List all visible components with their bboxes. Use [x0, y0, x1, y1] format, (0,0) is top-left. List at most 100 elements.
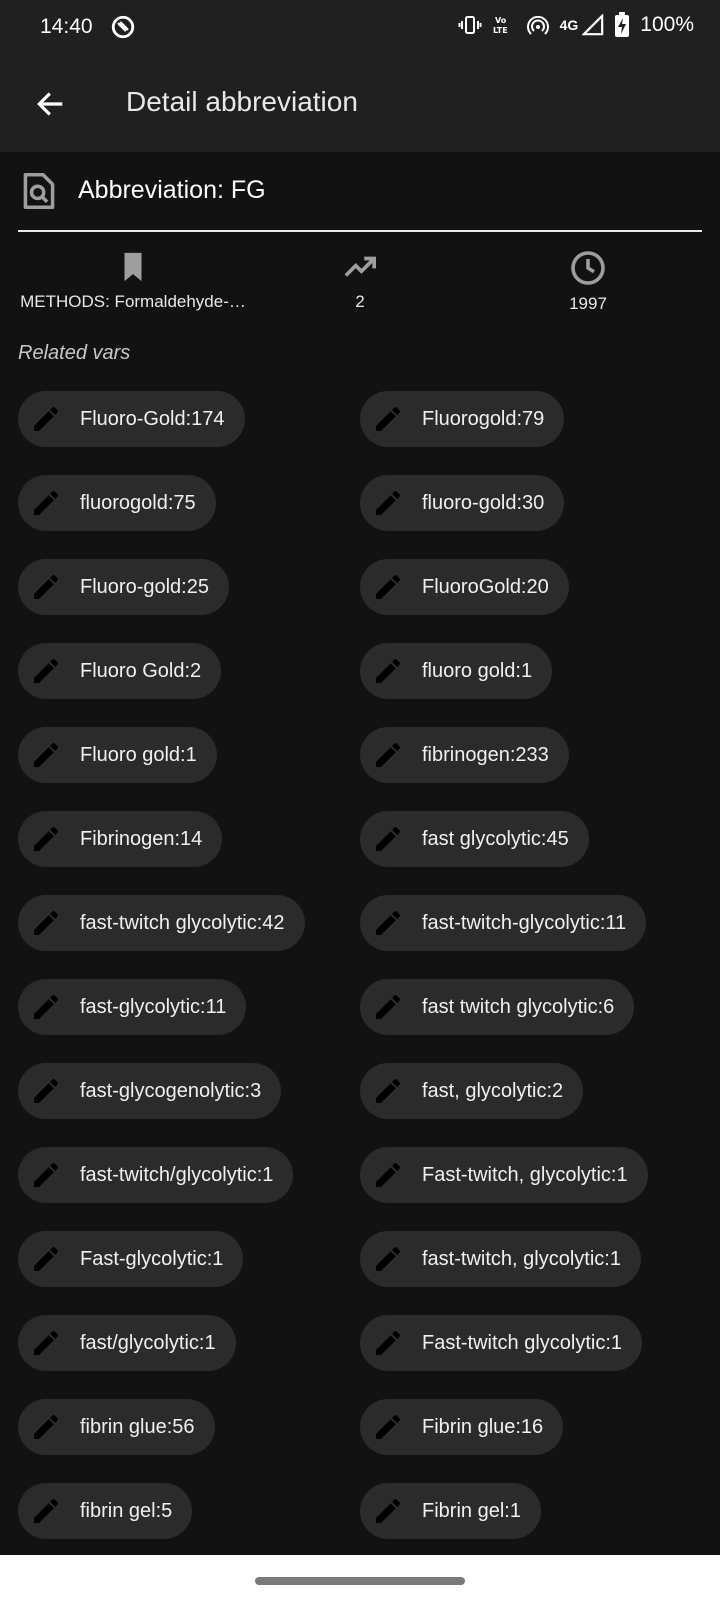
related-var-chip[interactable]: fibrin gel:5 [18, 1483, 193, 1539]
pencil-icon [34, 910, 59, 935]
pencil-icon [376, 1330, 401, 1355]
related-var-label: fluoro-gold:30 [422, 491, 545, 514]
related-var-label: fast twitch glycolytic:6 [422, 995, 615, 1018]
trending-up-icon [344, 256, 377, 277]
abbreviation-label: Abbreviation: FG [78, 176, 266, 204]
related-var-label: fast-glycogenolytic:3 [80, 1079, 262, 1102]
pencil-icon [376, 1246, 401, 1271]
related-var-chip[interactable]: fast, glycolytic:2 [360, 1063, 584, 1119]
related-var-chip[interactable]: fast/glycolytic:1 [18, 1315, 236, 1371]
related-var-chip[interactable]: Fluoro-gold:25 [18, 559, 229, 615]
related-var-chip[interactable]: fluoro-gold:30 [360, 475, 565, 531]
related-var-chip[interactable]: fast-twitch-glycolytic:11 [360, 895, 647, 951]
vibrate-icon [458, 16, 482, 34]
related-var-chip[interactable]: fast glycolytic:45 [360, 811, 589, 867]
related-var-chip[interactable]: fast-twitch glycolytic:42 [18, 895, 305, 951]
related-var-chip[interactable]: fibrinogen:233 [360, 727, 569, 783]
related-var-chip[interactable]: Fibrin gel:1 [360, 1483, 541, 1539]
related-var-label: Fibrin gel:1 [422, 1499, 521, 1522]
related-var-chip[interactable]: Fluoro Gold:2 [18, 643, 222, 699]
related-var-label: fluorogold:75 [80, 491, 196, 514]
abbreviation-header: Abbreviation: FG [18, 162, 702, 232]
pencil-icon [376, 1414, 401, 1439]
related-var-label: Fluoro Gold:2 [80, 659, 202, 682]
stat-category: METHODS: Formaldehyde-… [18, 250, 248, 312]
home-gesture-handle[interactable] [255, 1577, 465, 1585]
related-var-chip[interactable]: Fluorogold:79 [360, 391, 565, 447]
related-var-chip[interactable]: Fast-twitch glycolytic:1 [360, 1315, 643, 1371]
pencil-icon [34, 574, 59, 599]
related-var-label: fibrin gel:5 [80, 1499, 173, 1522]
app-notification-icon [111, 15, 135, 39]
related-var-chip[interactable]: fast-twitch/glycolytic:1 [18, 1147, 294, 1203]
pencil-icon [34, 826, 59, 851]
pencil-icon [34, 742, 59, 767]
pencil-icon [34, 1078, 59, 1103]
related-vars-list: Fluoro-Gold:174 Fluorogold:79 fluorogold:7… [18, 391, 708, 1539]
app-bar: Detail abbreviation [0, 56, 720, 152]
stat-trend-label: 2 [355, 292, 365, 311]
related-var-chip[interactable]: fast-glycogenolytic:3 [18, 1063, 282, 1119]
related-var-label: Fast-twitch, glycolytic:1 [422, 1163, 628, 1186]
pencil-icon [34, 1414, 59, 1439]
related-var-chip[interactable]: fluorogold:75 [18, 475, 216, 531]
related-var-label: fast, glycolytic:2 [422, 1079, 564, 1102]
related-var-chip[interactable]: fast-glycolytic:11 [18, 979, 247, 1035]
related-var-label: fast glycolytic:45 [422, 827, 569, 850]
related-var-label: fast-twitch/glycolytic:1 [80, 1163, 274, 1186]
pencil-icon [376, 994, 401, 1019]
related-var-chip[interactable]: fibrin glue:56 [18, 1399, 215, 1455]
pencil-icon [34, 1162, 59, 1187]
related-var-label: fibrinogen:233 [422, 743, 549, 766]
related-var-label: Fast-twitch glycolytic:1 [422, 1331, 623, 1354]
pencil-icon [376, 406, 401, 431]
page-title: Detail abbreviation [126, 86, 358, 117]
volte-icon: Vo LTE [493, 16, 508, 35]
signal-icon [582, 14, 604, 36]
stat-year-label: 1997 [569, 294, 607, 313]
related-var-label: Fluoro gold:1 [80, 743, 197, 766]
pencil-icon [34, 1246, 59, 1271]
related-var-chip[interactable]: Fluoro-Gold:174 [18, 391, 245, 447]
related-var-chip[interactable]: fluoro gold:1 [360, 643, 553, 699]
related-var-label: Fibrin glue:16 [422, 1415, 544, 1438]
status-time: 14:40 [40, 15, 93, 38]
pencil-icon [376, 1498, 401, 1523]
back-button[interactable] [26, 80, 74, 128]
pencil-icon [34, 406, 59, 431]
pencil-icon [376, 574, 401, 599]
related-var-chip[interactable]: fast twitch glycolytic:6 [360, 979, 635, 1035]
related-var-label: fast-twitch, glycolytic:1 [422, 1247, 621, 1270]
pencil-icon [376, 658, 401, 683]
navigation-bar [0, 1555, 720, 1600]
bookmark-icon [124, 252, 142, 282]
related-var-label: Fast-glycolytic:1 [80, 1247, 224, 1270]
status-bar: 14:40 Vo LTE 4G 100% [0, 0, 720, 56]
related-var-chip[interactable]: Fast-glycolytic:1 [18, 1231, 244, 1287]
related-var-label: fluoro gold:1 [422, 659, 533, 682]
related-vars-label: Related vars [18, 342, 131, 364]
pencil-icon [376, 1162, 401, 1187]
pencil-icon [376, 742, 401, 767]
related-var-chip[interactable]: FluoroGold:20 [360, 559, 569, 615]
battery-charging-icon [615, 12, 630, 37]
stat-category-label: METHODS: Formaldehyde-… [20, 292, 246, 311]
stats-row: METHODS: Formaldehyde-… 2 1997 [0, 250, 720, 322]
related-var-label: Fluorogold:79 [422, 407, 545, 430]
related-var-label: Fibrinogen:14 [80, 827, 203, 850]
related-var-chip[interactable]: fast-twitch, glycolytic:1 [360, 1231, 641, 1287]
related-var-chip[interactable]: Fast-twitch, glycolytic:1 [360, 1147, 648, 1203]
status-icons: Vo LTE 4G 100% [458, 12, 694, 38]
pencil-icon [376, 910, 401, 935]
pencil-icon [34, 994, 59, 1019]
pencil-icon [34, 490, 59, 515]
stat-year: 1997 [538, 250, 638, 314]
pencil-icon [376, 1078, 401, 1103]
related-var-chip[interactable]: Fibrinogen:14 [18, 811, 223, 867]
related-var-chip[interactable]: Fibrin glue:16 [360, 1399, 564, 1455]
related-var-label: FluoroGold:20 [422, 575, 549, 598]
related-var-label: fast-glycolytic:11 [80, 995, 227, 1018]
related-var-label: fast/glycolytic:1 [80, 1331, 216, 1354]
related-var-chip[interactable]: Fluoro gold:1 [18, 727, 217, 783]
find-in-page-icon [23, 172, 55, 210]
